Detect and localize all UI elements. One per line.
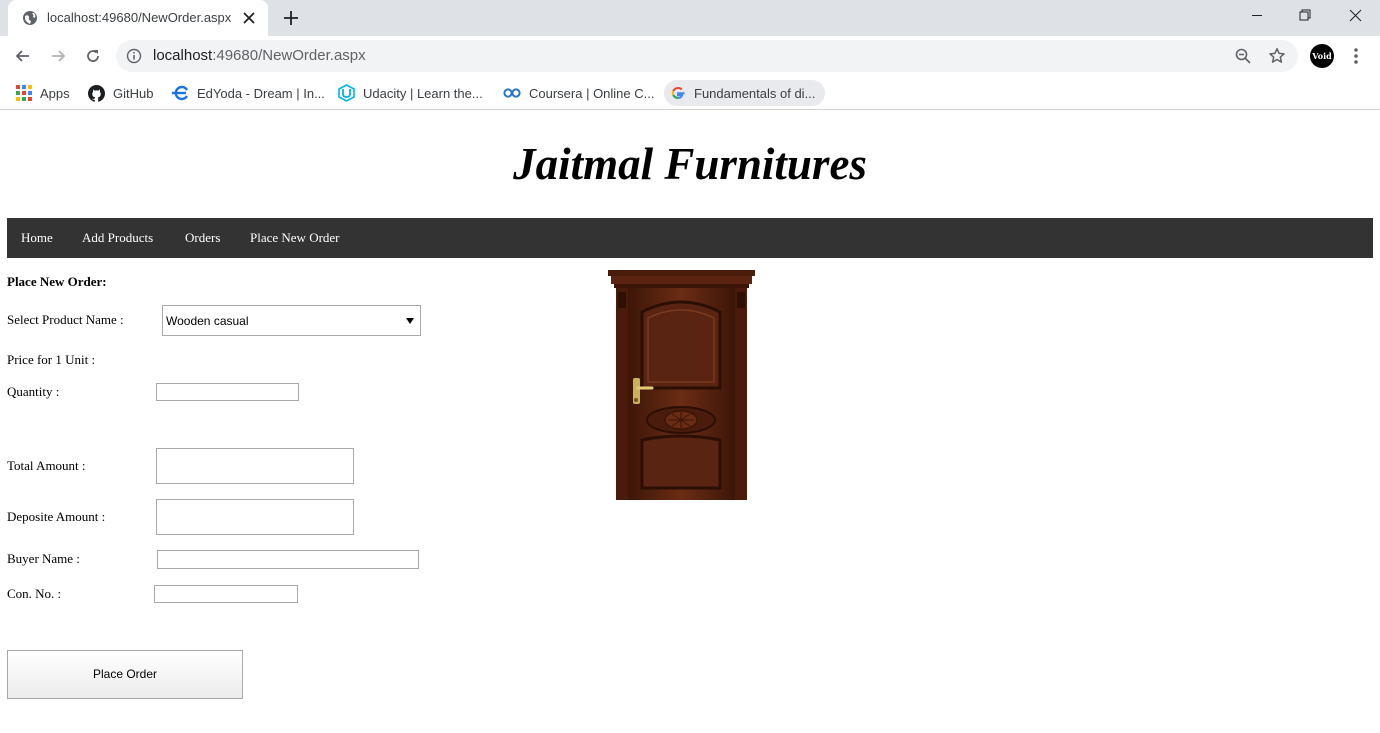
google-icon bbox=[671, 86, 685, 100]
close-window-icon[interactable] bbox=[1332, 0, 1378, 32]
bookmark-star-icon[interactable] bbox=[1268, 47, 1286, 65]
bookmark-label: GitHub bbox=[113, 85, 154, 101]
quantity-label: Quantity : bbox=[7, 384, 60, 399]
bookmark-label: Apps bbox=[40, 85, 70, 101]
price-label: Price for 1 Unit : bbox=[7, 352, 96, 367]
browser-tab[interactable]: localhost:49680/NewOrder.aspx bbox=[8, 0, 268, 36]
nav-add-products-link[interactable]: Add Products bbox=[82, 230, 153, 246]
close-tab-icon[interactable] bbox=[242, 11, 256, 25]
nav-home-link[interactable]: Home bbox=[21, 230, 53, 246]
quantity-input[interactable] bbox=[156, 383, 299, 401]
site-navbar: Home Add Products Orders Place New Order bbox=[7, 218, 1373, 258]
bookmark-udacity[interactable]: Udacity | Learn the... bbox=[338, 80, 483, 106]
url-text: localhost:49680/NewOrder.aspx bbox=[153, 47, 366, 64]
total-amount-input[interactable] bbox=[156, 448, 354, 484]
coursera-icon bbox=[503, 88, 521, 98]
bookmark-github[interactable]: GitHub bbox=[88, 80, 153, 106]
back-arrow-icon[interactable] bbox=[13, 46, 33, 66]
site-info-icon[interactable] bbox=[126, 48, 142, 64]
nav-place-new-order-link[interactable]: Place New Order bbox=[250, 230, 340, 246]
zoom-icon[interactable] bbox=[1234, 47, 1252, 65]
address-bar[interactable]: localhost:49680/NewOrder.aspx bbox=[116, 40, 1298, 72]
bookmark-coursera[interactable]: Coursera | Online C... bbox=[503, 80, 654, 106]
bookmark-label: Fundamentals of di... bbox=[694, 85, 816, 101]
bookmark-fundamentals[interactable]: Fundamentals of di... bbox=[664, 80, 826, 106]
buyer-name-input[interactable] bbox=[157, 550, 419, 569]
product-name-label: Select Product Name : bbox=[7, 312, 124, 327]
site-title: Jaitmal Furnitures bbox=[513, 139, 867, 189]
total-amount-label: Total Amount : bbox=[7, 458, 86, 473]
deposit-amount-input[interactable] bbox=[156, 499, 354, 535]
url-path: :49680/NewOrder.aspx bbox=[212, 47, 366, 64]
browser-tabstrip: localhost:49680/NewOrder.aspx bbox=[0, 0, 1380, 36]
product-name-selected: Wooden casual bbox=[166, 314, 249, 328]
github-icon bbox=[88, 84, 105, 102]
new-tab-plus-icon[interactable] bbox=[282, 9, 300, 27]
bookmarks-bar: Apps GitHub EdYoda - Dream | In... Udaci… bbox=[0, 76, 1380, 110]
place-order-button[interactable]: Place Order bbox=[7, 650, 243, 699]
product-name-select[interactable]: Wooden casual bbox=[162, 305, 421, 336]
bookmark-apps[interactable]: Apps bbox=[16, 80, 70, 106]
wooden-door-image bbox=[608, 270, 755, 500]
tab-title: localhost:49680/NewOrder.aspx bbox=[47, 10, 232, 25]
buyer-name-label: Buyer Name : bbox=[7, 551, 80, 566]
bookmark-label: EdYoda - Dream | In... bbox=[197, 85, 325, 101]
contact-number-input[interactable] bbox=[154, 585, 298, 603]
kebab-menu-icon[interactable] bbox=[1348, 46, 1364, 66]
bookmark-edyoda[interactable]: EdYoda - Dream | In... bbox=[172, 80, 325, 106]
dropdown-arrow-icon bbox=[406, 318, 414, 324]
bookmark-label: Udacity | Learn the... bbox=[363, 85, 483, 101]
minimize-window-icon[interactable] bbox=[1234, 0, 1280, 32]
reload-icon[interactable] bbox=[83, 46, 103, 66]
apps-grid-icon bbox=[16, 85, 32, 101]
edyoda-icon bbox=[172, 85, 189, 101]
contact-number-label: Con. No. : bbox=[7, 586, 62, 601]
globe-icon bbox=[23, 11, 37, 25]
nav-orders-link[interactable]: Orders bbox=[185, 230, 220, 246]
profile-avatar[interactable]: Void bbox=[1310, 44, 1334, 68]
forward-arrow-icon[interactable] bbox=[48, 46, 68, 66]
deposit-amount-label: Deposite Amount : bbox=[7, 509, 106, 524]
udacity-icon bbox=[338, 84, 355, 102]
bookmark-label: Coursera | Online C... bbox=[529, 85, 655, 101]
form-heading: Place New Order: bbox=[7, 274, 107, 289]
restore-window-icon[interactable] bbox=[1282, 0, 1328, 32]
browser-toolbar: localhost:49680/NewOrder.aspx Void bbox=[0, 36, 1380, 76]
url-host: localhost bbox=[153, 47, 213, 64]
